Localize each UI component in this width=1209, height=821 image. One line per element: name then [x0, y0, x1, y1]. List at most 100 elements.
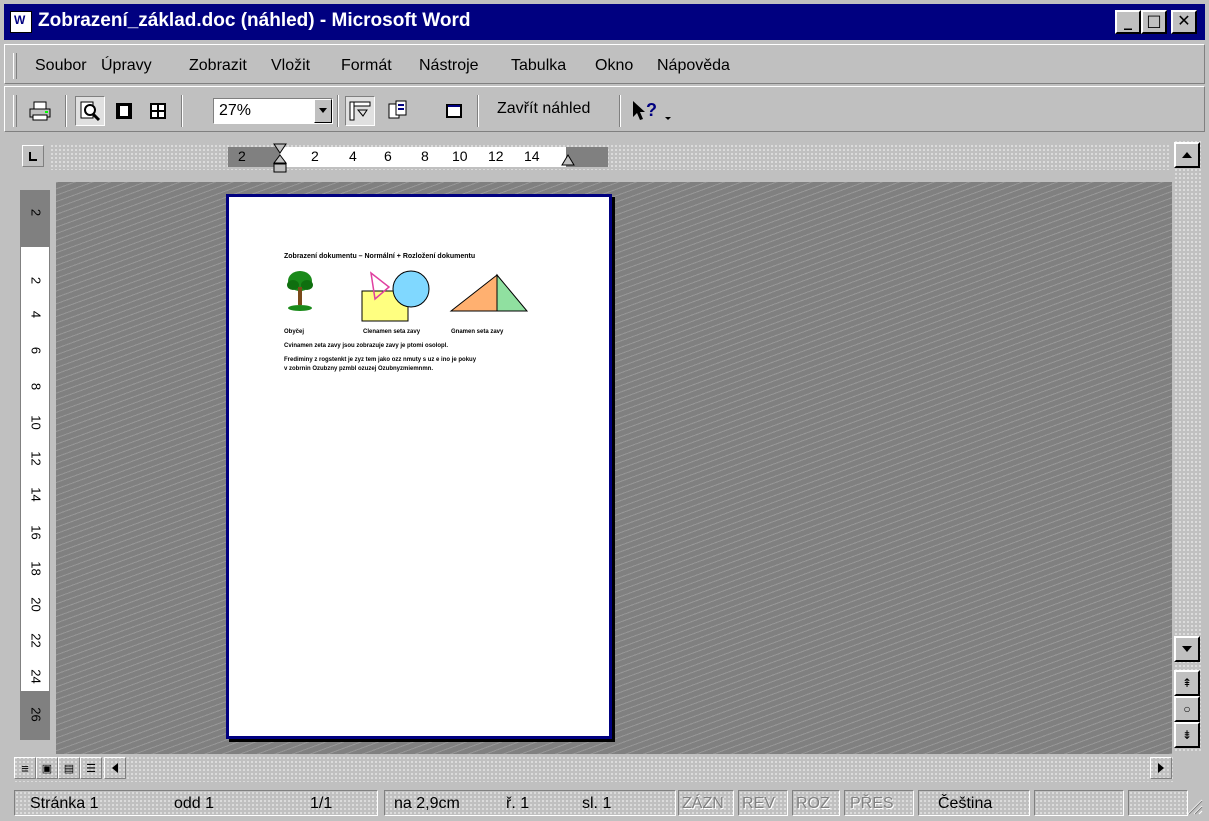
horizontal-ruler[interactable]: 2 2 4 6 8 10 12 14 [228, 143, 608, 173]
multiple-pages-button[interactable] [143, 96, 173, 126]
page-layout-icon: ▤ [63, 762, 75, 775]
ruler-number: 24 [28, 669, 44, 684]
arrow-up-icon [1182, 152, 1192, 158]
ruler-number: 4 [349, 148, 357, 164]
menu-format[interactable]: Formát [341, 57, 392, 75]
caption-1: Obyčej [284, 329, 305, 335]
ruler-number: 26 [28, 707, 44, 722]
outline-view-button[interactable]: ☰ [80, 757, 102, 779]
normal-view-button[interactable]: ≡ [14, 757, 36, 779]
close-preview-button[interactable]: Zavřít náhled [491, 96, 596, 126]
menu-vlozit[interactable]: Vložit [271, 57, 310, 75]
right-indent-marker-icon[interactable] [560, 153, 576, 167]
ruler-number: 16 [28, 525, 44, 540]
ruler-number: 2 [28, 276, 44, 285]
ruler-number: 22 [28, 633, 44, 648]
page-layout-button[interactable]: ▤ [58, 757, 80, 779]
indent-marker-icon[interactable] [272, 143, 288, 177]
multiple-pages-icon [150, 103, 166, 119]
status-mode-trk[interactable]: REV [742, 795, 775, 813]
menu-nastroje[interactable]: Nástroje [419, 57, 479, 75]
double-arrow-down-icon: ⇟ [1181, 728, 1193, 742]
context-help-icon: ? [633, 100, 671, 120]
view-ruler-icon [349, 101, 371, 121]
document-page[interactable]: Zobrazení dokumentu – Normální + Rozlože… [226, 194, 612, 739]
menu-zobrazit[interactable]: Zobrazit [189, 57, 247, 75]
vertical-scrollbar[interactable]: ⇞ ○ ⇟ [1174, 140, 1202, 752]
menu-grip[interactable] [13, 53, 17, 79]
caption-2: Clenamen seta zavy [363, 329, 421, 335]
shapes-image [361, 270, 430, 322]
menu-napoveda[interactable]: Nápověda [657, 57, 730, 75]
ruler-number: 18 [28, 561, 44, 576]
ruler-number: 2 [311, 148, 319, 164]
chevron-down-icon [319, 108, 327, 113]
scroll-left-button[interactable] [104, 757, 126, 779]
status-panel-spelling[interactable] [1034, 790, 1124, 816]
print-button[interactable] [25, 96, 55, 126]
ruler-number: 20 [28, 597, 44, 612]
minimize-button[interactable]: _ [1115, 10, 1141, 34]
svg-text:?: ? [646, 100, 657, 120]
web-layout-icon: ▣ [41, 762, 53, 775]
circle-icon: ○ [1183, 702, 1191, 716]
status-count: 1/1 [310, 795, 333, 812]
page-heading: Zobrazení dokumentu – Normální + Rozlože… [284, 253, 476, 260]
tab-selector[interactable] [22, 145, 44, 167]
one-page-button[interactable] [109, 96, 139, 126]
menu-tabulka[interactable]: Tabulka [511, 57, 566, 75]
status-column: sl. 1 [582, 795, 612, 812]
toolbar-separator [337, 95, 339, 127]
web-layout-button[interactable]: ▣ [36, 757, 58, 779]
ruler-number: 12 [28, 451, 44, 466]
page-line-1: Cvinamen zeta zavy jsou zobrazuje zavy j… [284, 343, 449, 349]
zoom-value: 27% [219, 102, 252, 119]
zoom-select[interactable]: 27% [213, 98, 333, 124]
horizontal-scrollbar[interactable]: ≡ ▣ ▤ ☰ [14, 756, 1174, 782]
zoom-dropdown-button[interactable] [314, 99, 332, 123]
print-preview-toolbar: 27% Zavřít náhled ? [4, 86, 1205, 132]
view-ruler-button[interactable] [345, 96, 375, 126]
menu-bar: Soubor Úpravy Zobrazit Vložit Formát Nás… [4, 44, 1205, 84]
ruler-number: 6 [28, 346, 44, 355]
minimize-icon: _ [1124, 11, 1132, 30]
ruler-background [50, 144, 1170, 170]
previous-page-button[interactable]: ⇞ [1174, 670, 1200, 696]
status-language[interactable]: Čeština [938, 795, 992, 813]
magnifier-button[interactable] [75, 96, 105, 126]
document-preview-area[interactable] [56, 182, 1172, 754]
menu-okno[interactable]: Okno [595, 57, 633, 75]
arrow-left-icon [112, 763, 118, 773]
next-page-button[interactable]: ⇟ [1174, 722, 1200, 748]
title-bar[interactable]: W Zobrazení_základ.doc (náhled) - Micros… [4, 4, 1205, 40]
page-line-3: v zobrnin Ozubzny pzmbl ozuzej Ozubnyzmi… [284, 366, 434, 372]
status-mode-ovr[interactable]: PŘES [850, 795, 894, 813]
shrink-to-fit-button[interactable] [383, 96, 413, 126]
context-help-button[interactable]: ? [629, 96, 677, 126]
full-screen-button[interactable] [439, 96, 469, 126]
ruler-number: 12 [488, 148, 504, 164]
status-mode-ext[interactable]: ROZ [796, 795, 830, 813]
scroll-right-button[interactable] [1150, 757, 1172, 779]
triangles-image [449, 273, 529, 312]
select-browse-object-button[interactable]: ○ [1174, 696, 1200, 722]
word-document-icon[interactable]: W [10, 11, 32, 33]
menu-upravy[interactable]: Úpravy [101, 57, 152, 75]
toolbar-separator [65, 95, 67, 127]
status-mode-rec[interactable]: ZÁZN [682, 795, 724, 813]
close-button[interactable]: ✕ [1171, 10, 1197, 34]
vertical-ruler[interactable]: 2 2 4 6 8 10 12 14 16 18 20 22 24 26 [20, 190, 50, 740]
ruler-number: 8 [421, 148, 429, 164]
resize-grip-icon[interactable] [1184, 792, 1204, 816]
print-icon [29, 101, 51, 121]
scroll-up-button[interactable] [1174, 142, 1200, 168]
toolbar-grip[interactable] [13, 95, 17, 127]
tree-image [287, 271, 313, 311]
restore-button[interactable]: □ [1141, 10, 1167, 34]
status-at: na 2,9cm [394, 795, 460, 812]
outline-view-icon: ☰ [86, 762, 96, 775]
menu-soubor[interactable]: Soubor [35, 57, 87, 75]
ruler-number: 10 [452, 148, 468, 164]
scroll-down-button[interactable] [1174, 636, 1200, 662]
toolbar-separator [619, 95, 621, 127]
